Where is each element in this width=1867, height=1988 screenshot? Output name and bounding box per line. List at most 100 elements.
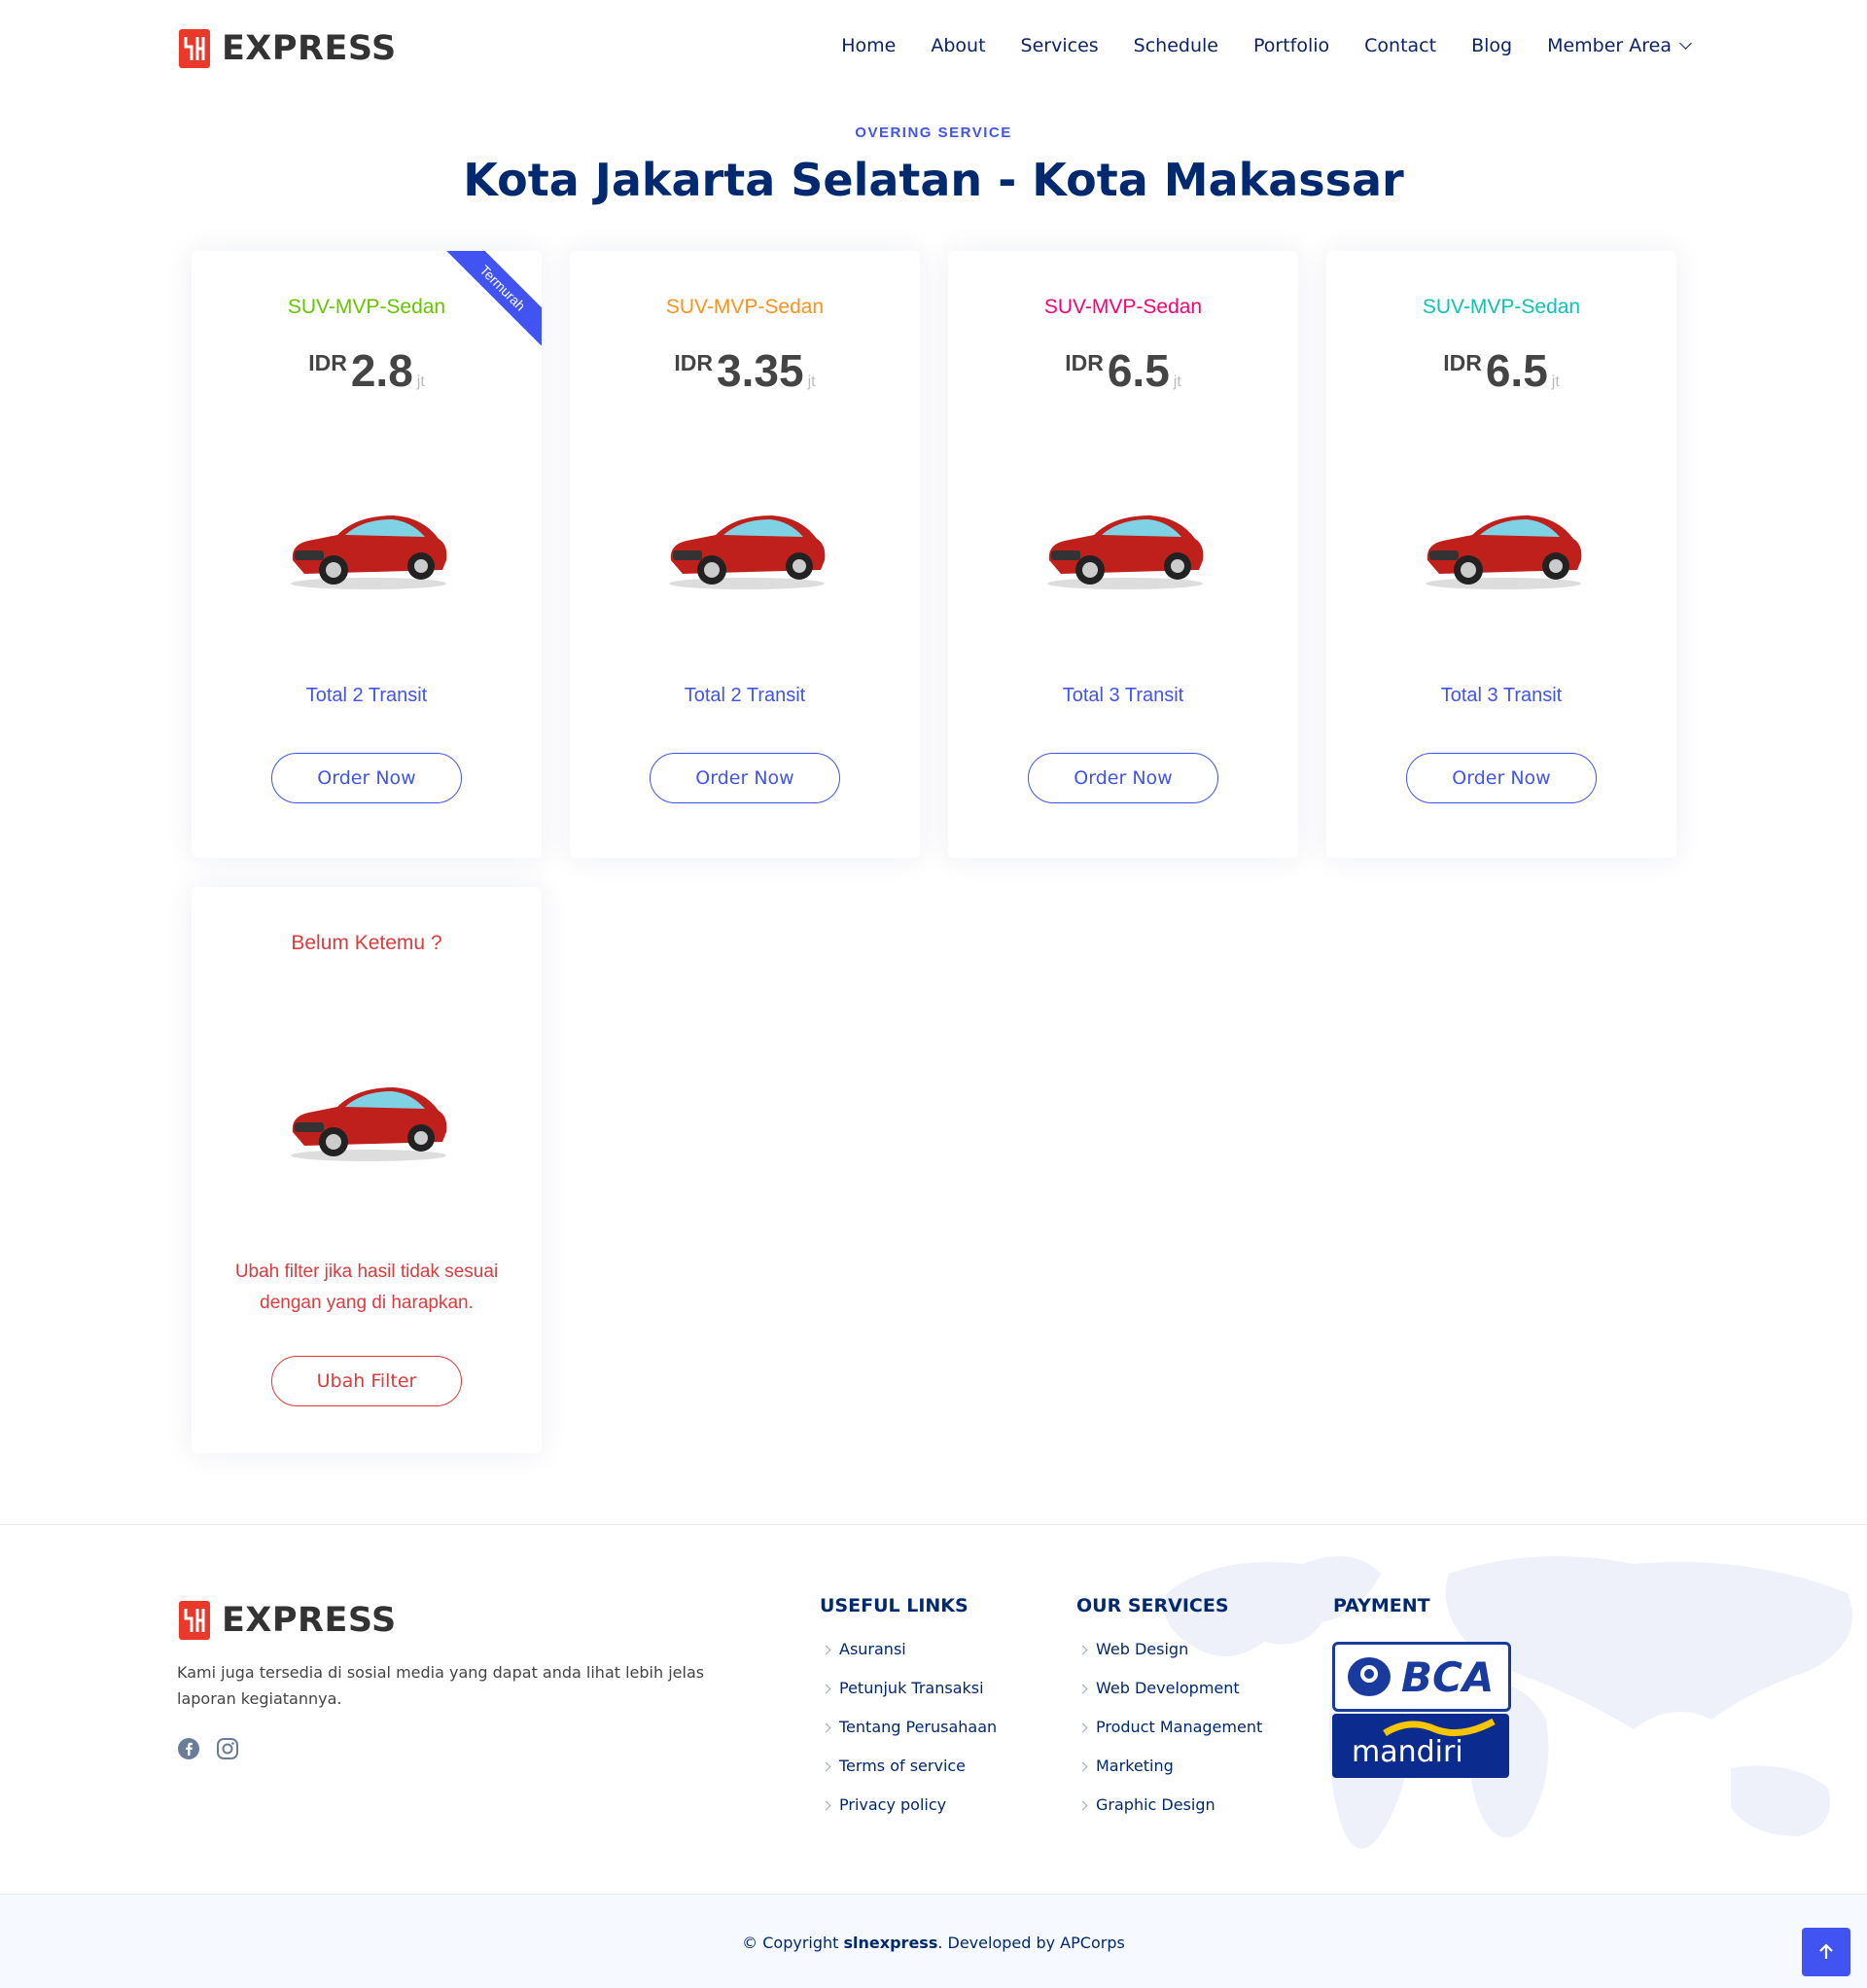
page-title: Kota Jakarta Selatan - Kota Makassar — [463, 154, 1404, 206]
services-list: Web Design Web Development Product Manag… — [1079, 1640, 1262, 1834]
car-image — [291, 1087, 447, 1161]
footer-description: Kami juga tersedia di sosial media yang … — [177, 1663, 705, 1708]
not-found-message: Ubah filter jika hasil tidak sesuai deng… — [234, 1261, 499, 1313]
order-now-button[interactable]: Order Now — [650, 753, 840, 803]
price-amount: 6.5 — [1485, 345, 1548, 396]
footer-logo-text: EXPRESS — [222, 1601, 397, 1640]
price-amount: 3.35 — [717, 345, 804, 396]
service-card: SUV-MVP-Sedan IDR3.35 jt Total 2 Transit … — [570, 251, 920, 858]
useful-links-title: USEFUL LINKS — [820, 1595, 969, 1616]
copyright: © Copyright slnexpress. Developed by APC… — [0, 1934, 1867, 1952]
card-price: IDR2.8 jt — [192, 344, 542, 397]
section-eyebrow: OVERING SERVICE — [855, 124, 1012, 141]
bca-text: BCA — [1401, 1652, 1495, 1701]
car-image — [669, 515, 826, 589]
transit-info: Total 3 Transit — [1440, 685, 1563, 706]
card-price: IDR6.5 jt — [1326, 344, 1676, 397]
order-now-button[interactable]: Order Now — [1028, 753, 1218, 803]
copyright-brand[interactable]: slnexpress — [844, 1934, 938, 1952]
nav-label: Member Area — [1547, 35, 1672, 56]
nav-label: Home — [841, 35, 897, 56]
useful-links-list: Asuransi Petunjuk Transaksi Tentang Peru… — [823, 1640, 997, 1834]
back-to-top-button[interactable] — [1802, 1928, 1850, 1976]
card-title: SUV-MVP-Sedan — [665, 296, 825, 318]
nav-services[interactable]: Services — [1021, 35, 1099, 56]
nav-label: Schedule — [1133, 35, 1218, 56]
copyright-prefix: © Copyright — [742, 1934, 844, 1952]
nav-label: Services — [1020, 35, 1099, 56]
price-unit: jt — [1551, 373, 1560, 390]
footer-link[interactable]: Web Development — [1079, 1679, 1262, 1718]
nav-contact[interactable]: Contact — [1364, 35, 1436, 56]
nav-label: Portfolio — [1252, 35, 1330, 56]
price-amount: 2.8 — [350, 345, 413, 396]
facebook-icon[interactable] — [177, 1737, 200, 1760]
mandiri-logo: mandiri — [1332, 1714, 1509, 1778]
logo-mark-icon — [177, 1597, 212, 1644]
card-price: IDR3.35 jt — [570, 344, 920, 397]
footer-link[interactable]: Web Design — [1079, 1640, 1262, 1679]
nav-blog[interactable]: Blog — [1471, 35, 1512, 56]
card-title: SUV-MVP-Sedan — [1422, 296, 1581, 318]
transit-info: Total 2 Transit — [684, 685, 806, 706]
car-image — [1047, 515, 1204, 589]
service-card: Termurah SUV-MVP-Sedan IDR2.8 jt Total 2 … — [192, 251, 542, 858]
service-card: SUV-MVP-Sedan IDR6.5 jt Total 3 Transit O… — [1326, 251, 1676, 858]
price-currency: IDR — [1065, 350, 1104, 375]
price-currency: IDR — [1443, 350, 1482, 375]
price-unit: jt — [1173, 373, 1181, 390]
price-unit: jt — [807, 373, 816, 390]
card-title: SUV-MVP-Sedan — [287, 296, 446, 318]
card-title: SUV-MVP-Sedan — [1043, 296, 1203, 318]
footer-logo[interactable]: EXPRESS — [177, 1597, 397, 1644]
bca-emblem-icon — [1348, 1657, 1391, 1696]
nav-label: About — [931, 35, 986, 56]
card-price: IDR6.5 jt — [948, 344, 1298, 397]
price-currency: IDR — [674, 350, 714, 375]
car-image — [291, 515, 447, 589]
footer-link[interactable]: Product Management — [1079, 1718, 1262, 1757]
instagram-icon[interactable] — [216, 1737, 239, 1760]
chevron-down-icon — [1679, 36, 1692, 50]
site-footer: EXPRESS Kami juga tersedia di sosial med… — [0, 1524, 1867, 1894]
footer-bottom: © Copyright slnexpress. Developed by APC… — [0, 1894, 1867, 1988]
arrow-up-icon — [1819, 1943, 1833, 1959]
bca-logo: BCA — [1332, 1642, 1511, 1712]
nav-label: Contact — [1364, 35, 1437, 56]
car-image — [1426, 515, 1582, 589]
order-now-button[interactable]: Order Now — [1406, 753, 1597, 803]
footer-link[interactable]: Asuransi — [823, 1640, 997, 1679]
logo-mark-icon — [177, 25, 212, 72]
site-logo[interactable]: EXPRESS — [177, 25, 397, 72]
footer-link[interactable]: Terms of service — [823, 1757, 997, 1795]
payment-logos: BCA mandiri — [1332, 1642, 1511, 1778]
transit-info: Total 3 Transit — [1062, 685, 1184, 706]
site-header: EXPRESS Home About Services Schedule Por… — [0, 0, 1867, 97]
footer-link[interactable]: Marketing — [1079, 1757, 1262, 1795]
price-unit: jt — [416, 373, 425, 390]
price-amount: 6.5 — [1107, 345, 1170, 396]
footer-link[interactable]: Tentang Perusahaan — [823, 1718, 997, 1757]
not-found-title: Belum Ketemu ? — [291, 932, 442, 954]
transit-info: Total 2 Transit — [305, 685, 428, 706]
change-filter-button[interactable]: Ubah Filter — [271, 1356, 462, 1406]
price-currency: IDR — [308, 350, 347, 375]
social-links — [177, 1737, 239, 1760]
service-card: SUV-MVP-Sedan IDR6.5 jt Total 3 Transit O… — [948, 251, 1298, 858]
main-nav: Home About Services Schedule Portfolio C… — [841, 35, 1692, 56]
footer-link[interactable]: Privacy policy — [823, 1795, 997, 1834]
mandiri-text: mandiri — [1352, 1735, 1463, 1769]
nav-about[interactable]: About — [931, 35, 985, 56]
logo-text: EXPRESS — [222, 29, 397, 68]
copyright-suffix: . Developed by APCorps — [937, 1934, 1125, 1952]
nav-member-area[interactable]: Member Area — [1547, 35, 1692, 56]
footer-link[interactable]: Graphic Design — [1079, 1795, 1262, 1834]
footer-link[interactable]: Petunjuk Transaksi — [823, 1679, 997, 1718]
payment-title: PAYMENT — [1333, 1595, 1430, 1616]
nav-home[interactable]: Home — [841, 35, 896, 56]
nav-label: Blog — [1471, 35, 1513, 56]
our-services-title: OUR SERVICES — [1076, 1595, 1229, 1616]
nav-portfolio[interactable]: Portfolio — [1253, 35, 1329, 56]
order-now-button[interactable]: Order Now — [271, 753, 462, 803]
nav-schedule[interactable]: Schedule — [1134, 35, 1218, 56]
